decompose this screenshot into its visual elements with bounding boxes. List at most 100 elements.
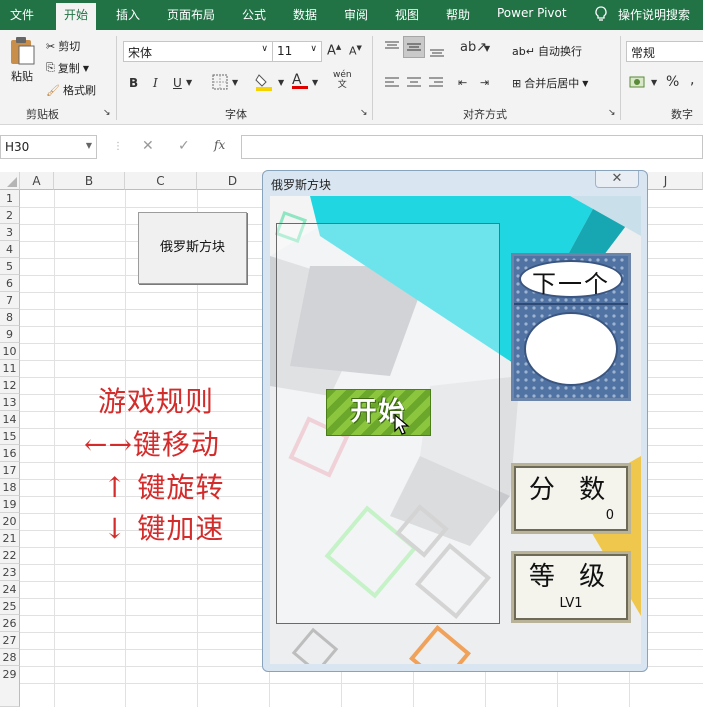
row-header[interactable]: 3	[0, 224, 20, 241]
row-header[interactable]: 4	[0, 241, 20, 258]
format-painter-button[interactable]: 🖌 格式刷	[46, 82, 96, 98]
select-all-corner[interactable]	[0, 172, 20, 190]
tab-data[interactable]: 数据	[293, 6, 317, 23]
launch-tetris-button[interactable]: 俄罗斯方块	[138, 212, 247, 284]
insert-function-button[interactable]: fx	[214, 138, 225, 152]
row-header[interactable]: 24	[0, 581, 20, 598]
dialog-launcher-icon[interactable]: ↘	[608, 108, 616, 118]
italic-button[interactable]: I	[153, 76, 158, 90]
row-header[interactable]: 2	[0, 207, 20, 224]
row-header[interactable]: 8	[0, 309, 20, 326]
row-header[interactable]: 16	[0, 445, 20, 462]
tab-review[interactable]: 审阅	[344, 6, 368, 23]
column-header[interactable]: A	[20, 172, 54, 190]
font-name-box[interactable]: 宋体 ∨	[123, 41, 273, 62]
align-top-icon[interactable]	[384, 40, 400, 57]
row-header[interactable]: 14	[0, 411, 20, 428]
row-header[interactable]: 11	[0, 360, 20, 377]
row-header[interactable]: 22	[0, 547, 20, 564]
divider	[620, 36, 621, 120]
underline-button[interactable]: U	[173, 76, 182, 90]
percent-button[interactable]: %	[666, 74, 679, 90]
rule-accelerate: ↓ 键加速	[103, 512, 225, 545]
cancel-icon[interactable]: ✕	[142, 138, 154, 154]
accounting-format-icon[interactable]	[629, 74, 647, 93]
paste-button[interactable]: 粘贴	[8, 36, 36, 84]
chevron-down-icon[interactable]: ▼	[278, 78, 284, 87]
font-group-label: 字体	[225, 108, 247, 121]
row-header[interactable]: 18	[0, 479, 20, 496]
font-size-box[interactable]: 11 ∨	[272, 41, 322, 62]
align-center-icon[interactable]	[406, 76, 422, 93]
row-header[interactable]: 25	[0, 598, 20, 615]
decrease-font-icon[interactable]: A▼	[349, 44, 362, 58]
chevron-down-icon[interactable]: ▼	[484, 44, 490, 53]
align-left-icon[interactable]	[384, 76, 400, 93]
row-header[interactable]: 7	[0, 292, 20, 309]
column-header[interactable]: D	[197, 172, 269, 190]
row-header[interactable]: 27	[0, 632, 20, 649]
row-header[interactable]: 17	[0, 462, 20, 479]
score-value: 0	[605, 508, 614, 523]
bold-button[interactable]: B	[129, 76, 138, 90]
decrease-indent-icon[interactable]: ⇤	[458, 76, 467, 89]
row-header[interactable]: 1	[0, 190, 20, 207]
row-header[interactable]: 12	[0, 377, 20, 394]
row-header[interactable]: 9	[0, 326, 20, 343]
score-label: 分 数	[528, 475, 614, 505]
tab-power-pivot[interactable]: Power Pivot	[497, 6, 567, 20]
copy-button[interactable]: ⎘ 复制 ▼	[46, 60, 89, 76]
name-box[interactable]: H30 ▼	[0, 135, 97, 159]
formula-input[interactable]	[241, 135, 703, 159]
increase-font-icon[interactable]: A▲	[327, 43, 341, 58]
row-header[interactable]: 19	[0, 496, 20, 513]
align-middle-icon[interactable]	[403, 36, 425, 58]
tab-formulas[interactable]: 公式	[242, 6, 266, 23]
row-header[interactable]: 15	[0, 428, 20, 445]
phonetic-guide-icon[interactable]: wén 文	[333, 70, 352, 90]
row-header[interactable]: 6	[0, 275, 20, 292]
align-right-icon[interactable]	[428, 76, 444, 93]
tab-view[interactable]: 视图	[395, 6, 419, 23]
row-header[interactable]: 26	[0, 615, 20, 632]
enter-check-icon[interactable]: ✓	[178, 138, 190, 154]
formula-bar: H30 ▼ ⋮ ✕ ✓ fx	[0, 125, 703, 172]
row-header[interactable]: 29	[0, 666, 20, 707]
wrap-text-button[interactable]: ab↵ 自动换行	[512, 43, 582, 59]
dialog-launcher-icon[interactable]: ↘	[360, 108, 368, 118]
row-header[interactable]: 28	[0, 649, 20, 666]
mouse-cursor-icon	[394, 414, 410, 435]
column-header[interactable]: C	[125, 172, 197, 190]
increase-indent-icon[interactable]: ⇥	[480, 76, 489, 89]
row-header[interactable]: 21	[0, 530, 20, 547]
font-color-icon[interactable]: A	[292, 72, 308, 89]
cut-button[interactable]: ✂ 剪切	[46, 38, 80, 54]
comma-button[interactable]: ,	[690, 72, 694, 88]
close-button[interactable]: ✕	[595, 171, 639, 188]
tab-file[interactable]: 文件	[10, 6, 34, 23]
fill-color-icon[interactable]	[255, 72, 273, 95]
row-header[interactable]: 23	[0, 564, 20, 581]
clipboard-icon	[11, 37, 35, 65]
column-header[interactable]: B	[54, 172, 125, 190]
divider	[372, 36, 373, 120]
tab-help[interactable]: 帮助	[446, 6, 470, 23]
chevron-down-icon[interactable]: ▼	[651, 78, 657, 87]
row-header[interactable]: 5	[0, 258, 20, 275]
number-format-box[interactable]: 常规	[626, 41, 703, 62]
chevron-down-icon[interactable]: ▼	[186, 78, 192, 87]
tab-home[interactable]: 开始	[56, 3, 97, 30]
chevron-down-icon[interactable]: ▼	[312, 78, 318, 87]
chevron-down-icon[interactable]: ▼	[232, 78, 238, 87]
tell-me-search[interactable]: 操作说明搜索	[618, 6, 690, 23]
tab-page-layout[interactable]: 页面布局	[167, 6, 215, 23]
row-header[interactable]: 13	[0, 394, 20, 411]
row-header[interactable]: 20	[0, 513, 20, 530]
dialog-launcher-icon[interactable]: ↘	[103, 108, 111, 118]
tab-insert[interactable]: 插入	[116, 6, 140, 23]
border-icon[interactable]	[212, 74, 228, 93]
merge-center-button[interactable]: ⊞ 合并后居中 ▼	[512, 75, 588, 91]
start-button[interactable]: 开始	[326, 389, 431, 436]
row-header[interactable]: 10	[0, 343, 20, 360]
align-bottom-icon[interactable]	[429, 44, 445, 61]
